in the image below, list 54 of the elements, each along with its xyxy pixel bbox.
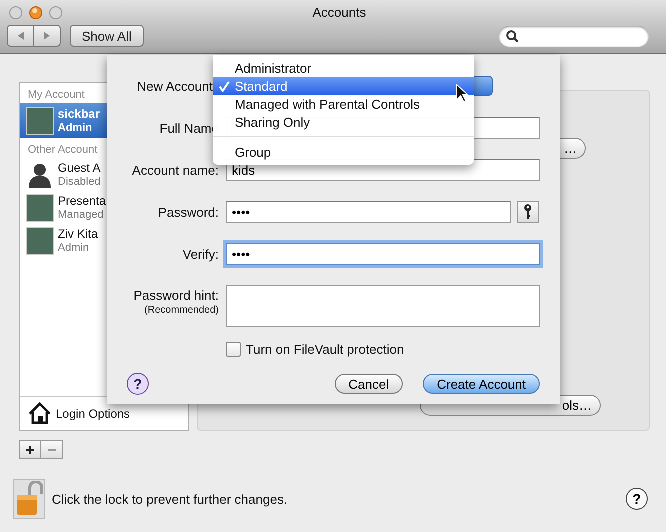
back-button[interactable] [7, 25, 34, 47]
avatar-photo-placeholder [26, 226, 54, 254]
left-triangle-icon [16, 31, 24, 41]
account-name: Guest A [58, 160, 101, 174]
account-name: sickbar [58, 106, 100, 120]
lock-hint-text: Click the lock to prevent further changes. [52, 492, 288, 506]
checkbox[interactable] [226, 342, 241, 356]
avatar-photo-placeholder [26, 194, 54, 222]
avatar-photo-placeholder [26, 106, 54, 134]
forward-button[interactable] [34, 25, 61, 47]
search-icon [506, 30, 519, 42]
field-label: Password hint: [134, 288, 219, 303]
password-hint-field[interactable] [226, 285, 540, 327]
menu-item[interactable]: Managed with Parental Controls [213, 95, 474, 113]
checkmark-icon [218, 80, 230, 92]
help-button[interactable]: ? [127, 373, 149, 395]
field-label: New Account [136, 78, 213, 94]
account-name: Ziv Kita [58, 226, 98, 240]
menu-item[interactable]: Administrator [213, 59, 474, 77]
password-assistant-button[interactable] [517, 201, 539, 223]
menu-item[interactable]: Standard [213, 77, 474, 95]
key-icon [523, 204, 533, 220]
password-field[interactable]: •••• [226, 201, 511, 223]
field-label: Password: [157, 204, 219, 220]
show-all-button[interactable]: Show All [70, 25, 144, 47]
create-account-button[interactable]: Create Account [423, 374, 540, 394]
section-heading: Other Account [27, 143, 98, 158]
field-label: Account name: [131, 162, 219, 178]
account-name: Presenta [58, 194, 106, 208]
account-role: Admin [58, 240, 90, 254]
add-button[interactable] [19, 440, 41, 459]
window-title: Accounts [312, 4, 368, 20]
text-field[interactable]: •••• [226, 243, 540, 265]
close-icon[interactable] [29, 6, 43, 20]
login-options-label: Login Options [56, 406, 130, 420]
plus-icon [25, 444, 35, 454]
help-button[interactable]: ? [626, 488, 648, 510]
mouse-pointer-icon [456, 84, 469, 103]
section-heading: My Account [27, 88, 85, 103]
right-triangle-icon [43, 31, 51, 41]
account-role: Disabled [58, 174, 101, 188]
open-padlock-icon [14, 481, 44, 517]
cancel-button[interactable]: Cancel [334, 374, 404, 394]
menu-item[interactable]: Group [213, 143, 474, 161]
field-label: Verify: [182, 246, 219, 262]
search-field[interactable] [499, 26, 649, 46]
checkbox-label: Turn on FileVault protection [246, 342, 404, 356]
window-button-icon[interactable] [9, 6, 23, 20]
account-role: Admin [58, 120, 94, 134]
field-note: (Recommended) [144, 305, 219, 316]
account-role: Managed [58, 208, 105, 222]
lock-button[interactable] [13, 479, 45, 519]
window-button-icon[interactable] [49, 6, 63, 20]
house-icon [28, 402, 52, 425]
